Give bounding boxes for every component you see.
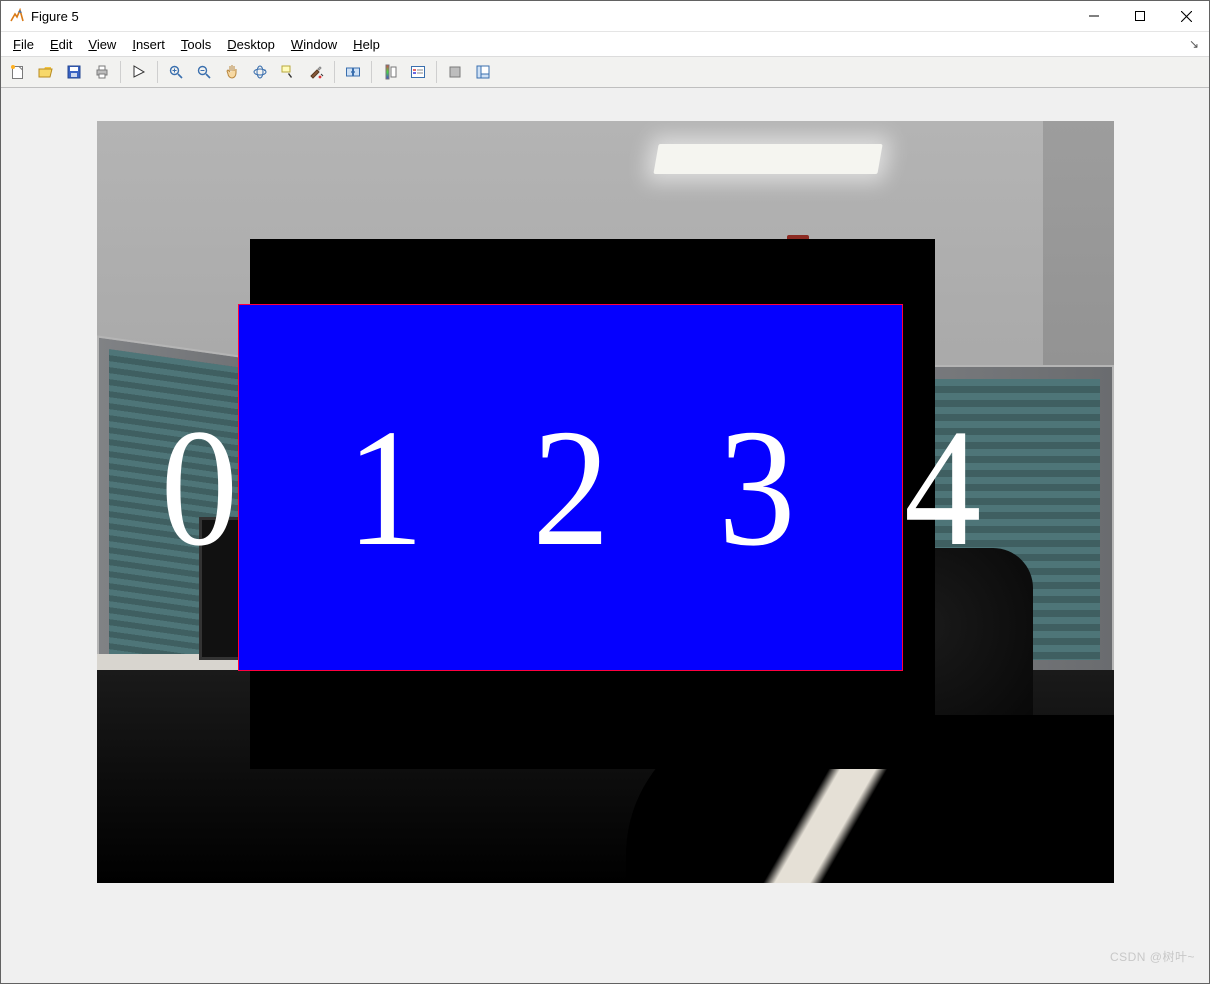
axes-image[interactable]: 0 1 2 3 4	[97, 121, 1114, 883]
dock-controls-icon[interactable]: ↘	[1189, 37, 1199, 51]
close-button[interactable]	[1163, 1, 1209, 31]
new-figure-button[interactable]	[5, 59, 31, 85]
open-button[interactable]	[33, 59, 59, 85]
show-plot-tools-button[interactable]	[470, 59, 496, 85]
window-title: Figure 5	[31, 9, 79, 24]
maximize-button[interactable]	[1117, 1, 1163, 31]
data-cursor-button[interactable]	[275, 59, 301, 85]
menu-window[interactable]: Window	[283, 35, 345, 54]
matlab-icon	[9, 8, 25, 24]
colorbar-button[interactable]	[377, 59, 403, 85]
zoom-out-button[interactable]	[191, 59, 217, 85]
rotate-3d-button[interactable]	[247, 59, 273, 85]
digits-text: 0 1 2 3 4	[125, 404, 1016, 572]
menu-edit[interactable]: Edit	[42, 35, 80, 54]
toolbar-separator	[157, 61, 158, 83]
edit-plot-button[interactable]	[126, 59, 152, 85]
toolbar-separator	[120, 61, 121, 83]
menu-insert[interactable]: Insert	[124, 35, 173, 54]
menu-tools[interactable]: Tools	[173, 35, 219, 54]
menu-help[interactable]: Help	[345, 35, 388, 54]
watermark-text: CSDN @树叶~	[1110, 948, 1195, 965]
title-bar: Figure 5	[1, 1, 1209, 32]
detected-region-rect: 0 1 2 3 4	[239, 305, 902, 670]
toolbar-separator	[436, 61, 437, 83]
print-button[interactable]	[89, 59, 115, 85]
figure-toolbar	[1, 56, 1209, 88]
minimize-button[interactable]	[1071, 1, 1117, 31]
menu-view[interactable]: View	[80, 35, 124, 54]
toolbar-separator	[371, 61, 372, 83]
image-content: 0 1 2 3 4	[97, 121, 1114, 883]
zoom-in-button[interactable]	[163, 59, 189, 85]
brush-button[interactable]	[303, 59, 329, 85]
pan-button[interactable]	[219, 59, 245, 85]
figure-window: Figure 5 File Edit View Insert Tools Des…	[0, 0, 1210, 984]
menu-desktop[interactable]: Desktop	[219, 35, 283, 54]
toolbar-separator	[334, 61, 335, 83]
save-button[interactable]	[61, 59, 87, 85]
hide-plot-tools-button[interactable]	[442, 59, 468, 85]
figure-client-area: 0 1 2 3 4 CSDN @树叶~	[1, 88, 1209, 983]
legend-button[interactable]	[405, 59, 431, 85]
menu-file[interactable]: File	[5, 35, 42, 54]
link-plot-button[interactable]	[340, 59, 366, 85]
menu-bar: File Edit View Insert Tools Desktop Wind…	[1, 32, 1209, 56]
